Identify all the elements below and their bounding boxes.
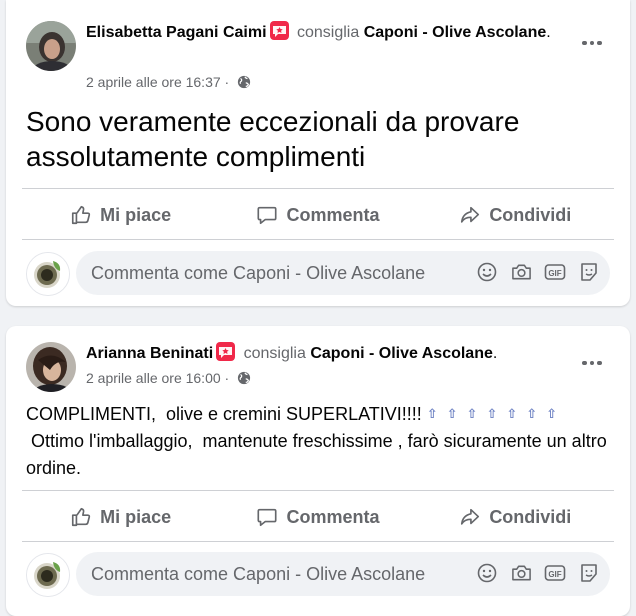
recommend-star-icon xyxy=(216,342,236,361)
meta-separator: · xyxy=(224,74,230,90)
meta-separator: · xyxy=(224,370,230,386)
post-timestamp[interactable]: 2 aprile alle ore 16:00 xyxy=(86,370,221,386)
comment-placeholder: Commenta come Caponi - Olive Ascolane xyxy=(91,564,426,584)
comment-tools: GIF xyxy=(476,261,600,283)
header-punctuation: . xyxy=(546,24,551,41)
share-button[interactable]: Condividi xyxy=(417,494,614,540)
divider xyxy=(22,490,614,491)
like-button[interactable]: Mi piace xyxy=(22,494,219,540)
action-bar: Mi piace Commenta Condividi xyxy=(22,494,614,540)
globe-icon[interactable] xyxy=(237,371,251,388)
speech-bubble-icon xyxy=(257,508,278,527)
page-avatar[interactable] xyxy=(26,252,70,296)
share-button[interactable]: Condividi xyxy=(417,192,614,238)
top-emoji-row: ⇧⇧⇧⇧⇧⇧⇧ xyxy=(426,406,567,421)
more-options-button[interactable] xyxy=(574,25,610,61)
author-name[interactable]: Elisabetta Pagani Caimi xyxy=(86,24,267,41)
like-label: Mi piace xyxy=(100,204,172,225)
divider xyxy=(22,541,614,542)
comment-input[interactable]: Commenta come Caponi - Olive Ascolane GI… xyxy=(76,552,610,596)
more-dot xyxy=(597,40,602,46)
svg-text:GIF: GIF xyxy=(548,570,561,579)
divider xyxy=(22,239,614,240)
gif-icon[interactable]: GIF xyxy=(544,562,566,584)
post-text: COMPLIMENTI, olive e cremini SUPERLATIVI… xyxy=(26,400,610,482)
gif-icon[interactable]: GIF xyxy=(544,261,566,283)
comment-composer: Commenta come Caponi - Olive Ascolane GI… xyxy=(26,552,610,597)
comment-composer: Commenta come Caponi - Olive Ascolane GI… xyxy=(26,251,610,296)
comment-input[interactable]: Commenta come Caponi - Olive Ascolane GI… xyxy=(76,251,610,295)
smiley-icon[interactable] xyxy=(476,562,498,584)
post-header: Arianna Beninati consiglia Caponi - Oliv… xyxy=(86,342,560,365)
author-name[interactable]: Arianna Beninati xyxy=(86,345,213,362)
svg-text:GIF: GIF xyxy=(548,269,561,278)
sticker-icon[interactable] xyxy=(578,562,600,584)
camera-icon[interactable] xyxy=(510,261,532,283)
share-arrow-icon xyxy=(461,206,480,223)
post-text-main: COMPLIMENTI, olive e cremini SUPERLATIVI… xyxy=(26,404,427,424)
post-text: Sono veramente eccezionali da provare as… xyxy=(26,106,528,172)
more-dot xyxy=(597,360,602,366)
more-dot xyxy=(582,40,587,46)
page-avatar[interactable] xyxy=(26,553,70,597)
post-timestamp[interactable]: 2 aprile alle ore 16:37 xyxy=(86,74,221,90)
share-label: Condividi xyxy=(489,506,572,527)
recommend-verb: consiglia xyxy=(296,24,360,41)
recommend-verb: consiglia xyxy=(243,345,306,362)
post-meta: 2 aprile alle ore 16:37 · xyxy=(86,74,251,92)
recommend-star-icon xyxy=(269,21,289,40)
thumbs-up-icon xyxy=(72,507,91,527)
comment-button[interactable]: Commenta xyxy=(219,494,416,540)
share-arrow-icon xyxy=(461,508,480,525)
speech-bubble-icon xyxy=(257,206,278,225)
post-card: Arianna Beninati consiglia Caponi - Oliv… xyxy=(6,326,630,616)
comment-button[interactable]: Commenta xyxy=(219,192,416,238)
more-dot xyxy=(589,40,595,46)
more-dot xyxy=(582,360,587,366)
share-label: Condividi xyxy=(489,204,572,225)
more-options-button[interactable] xyxy=(574,345,610,381)
comment-label: Commenta xyxy=(286,204,380,225)
like-label: Mi piace xyxy=(100,506,172,527)
smiley-icon[interactable] xyxy=(476,261,498,283)
comment-placeholder: Commenta come Caponi - Olive Ascolane xyxy=(91,263,426,283)
page-name-link[interactable]: Caponi - Olive Ascolane xyxy=(310,345,493,362)
sticker-icon[interactable] xyxy=(578,261,600,283)
thumbs-up-icon xyxy=(72,205,91,225)
camera-icon[interactable] xyxy=(510,562,532,584)
page-name-link[interactable]: Caponi - Olive Ascolane xyxy=(364,24,547,41)
post-meta: 2 aprile alle ore 16:00 · xyxy=(86,370,251,388)
divider xyxy=(22,188,614,189)
post-card: Elisabetta Pagani Caimi consiglia Caponi… xyxy=(6,0,630,306)
author-avatar[interactable] xyxy=(26,21,76,71)
comment-tools: GIF xyxy=(476,562,600,584)
comment-label: Commenta xyxy=(286,506,380,527)
more-dot xyxy=(589,360,595,366)
header-punctuation: . xyxy=(492,345,498,362)
like-button[interactable]: Mi piace xyxy=(22,192,219,238)
post-text-suffix: Ottimo l'imballaggio, mantenute freschis… xyxy=(26,431,612,478)
action-bar: Mi piace Commenta Condividi xyxy=(22,192,614,238)
post-header: Elisabetta Pagani Caimi consiglia Caponi… xyxy=(86,21,560,44)
author-avatar[interactable] xyxy=(26,342,76,392)
globe-icon[interactable] xyxy=(237,75,251,92)
